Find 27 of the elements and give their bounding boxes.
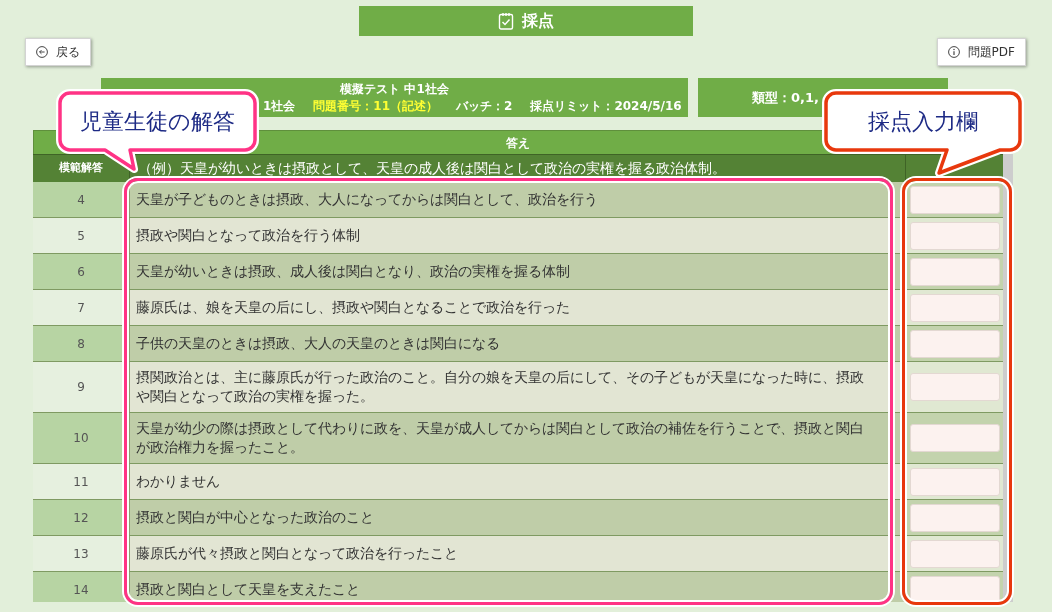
score-input[interactable] [909, 424, 1000, 452]
answer-cell: 摂政と関白として天皇を支えたこと [130, 572, 906, 602]
row-number: 13 [33, 536, 130, 571]
info-icon [947, 46, 960, 58]
score-input[interactable] [909, 373, 1000, 401]
scrollbar[interactable] [1003, 154, 1013, 602]
pdf-button[interactable]: 問題PDF [936, 38, 1026, 66]
page-title: 採点 [522, 10, 554, 32]
row-number: 8 [33, 326, 130, 361]
row-number: 6 [33, 254, 130, 289]
back-arrow-icon [36, 46, 48, 58]
info-item: 問題番号：11（記述） [313, 97, 439, 115]
row-number: 10 [33, 413, 130, 463]
row-number: 11 [33, 464, 130, 499]
back-button[interactable]: 戻る [25, 38, 91, 66]
row-number: 9 [33, 362, 130, 412]
info-item: バッチ：2 [456, 97, 513, 115]
info-item: 1社会 [263, 97, 296, 115]
type-label: 類型：0,1, [752, 88, 819, 107]
test-name: 模擬テスト 中1社会 [339, 80, 450, 98]
row-number: 14 [33, 572, 130, 602]
row-number: 5 [33, 218, 130, 253]
clipboard-check-icon [498, 12, 514, 30]
info-item: 採点リミット：2024/5/16 [530, 97, 682, 115]
row-number: 7 [33, 290, 130, 325]
row-number: 12 [33, 500, 130, 535]
row-number: 4 [33, 182, 130, 217]
